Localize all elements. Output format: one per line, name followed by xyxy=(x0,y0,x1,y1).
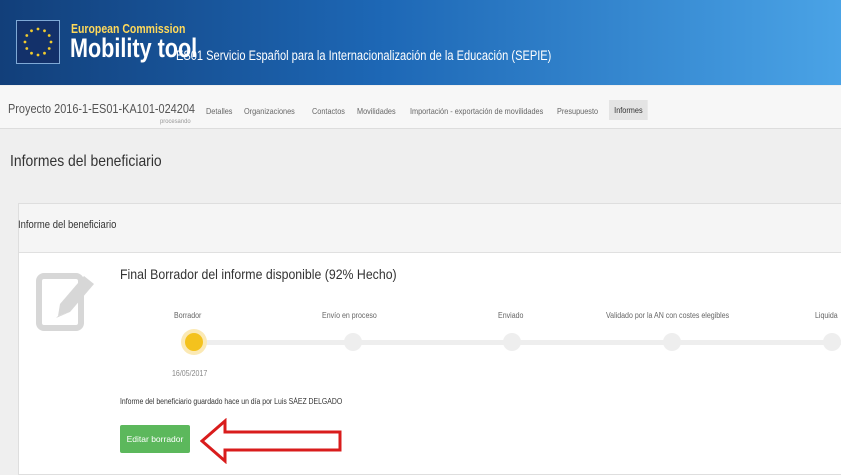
edit-draft-button[interactable]: Editar borrador xyxy=(120,425,190,453)
project-status: procesando xyxy=(160,118,191,125)
tab-informes[interactable]: Informes xyxy=(609,100,648,120)
tab-detalles[interactable]: Detalles xyxy=(206,106,232,116)
step-label-enviado: Enviado xyxy=(498,311,524,320)
step-dot-enviado xyxy=(503,333,521,351)
tab-importacion-exportacion[interactable]: Importación - exportación de movilidades xyxy=(410,106,543,116)
step-dot-liquida xyxy=(823,333,841,351)
step-label-validado: Validado por la AN con costes elegibles xyxy=(606,311,730,320)
tab-organizaciones[interactable]: Organizaciones xyxy=(244,106,295,116)
active-step-date: 16/05/2017 xyxy=(172,369,208,378)
report-status: Final Borrador del informe disponible (9… xyxy=(120,266,397,282)
tab-movilidades[interactable]: Movilidades xyxy=(357,106,396,116)
agency-name: ES01 Servicio Español para la Internacio… xyxy=(176,48,552,63)
step-dot-validado xyxy=(663,333,681,351)
tab-presupuesto[interactable]: Presupuesto xyxy=(557,106,598,116)
saved-note: Informe del beneficiario guardado hace u… xyxy=(120,397,343,406)
step-label-borrador: Borrador xyxy=(174,311,202,320)
app-header: European Commission Mobility tool ES01 S… xyxy=(0,0,841,85)
red-left-arrow-icon xyxy=(200,418,342,464)
edit-document-icon xyxy=(36,273,94,331)
eu-flag-icon xyxy=(16,20,60,64)
step-dot-envio-en-proceso xyxy=(344,333,362,351)
step-dot-borrador xyxy=(185,333,203,351)
project-id: Proyecto 2016-1-ES01-KA101-024204 xyxy=(8,101,195,116)
panel-header xyxy=(19,204,841,253)
step-label-liquida: Liquida xyxy=(815,311,838,320)
panel-title: Informe del beneficiario xyxy=(18,219,117,231)
step-label-envio-en-proceso: Envío en proceso xyxy=(322,311,377,320)
page-title: Informes del beneficiario xyxy=(10,153,162,170)
tab-contactos[interactable]: Contactos xyxy=(312,106,345,116)
